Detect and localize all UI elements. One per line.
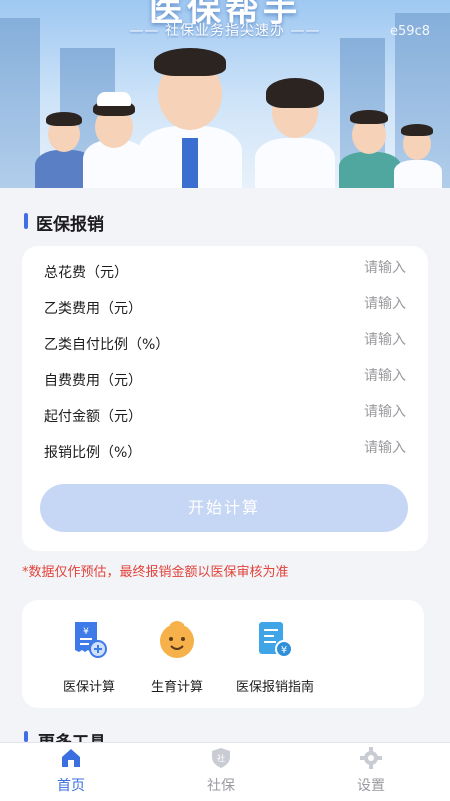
field-label: 自费费用（元） [44,373,142,389]
field-label: 乙类自付比例（%） [44,337,170,353]
doctor-illustration [390,122,445,188]
field-label: 起付金额（元） [44,409,142,425]
hero-banner: 医保帮手 —— 社保业务指尖速办 —— e59c8 [0,0,450,188]
disclaimer-notice: *数据仅作预估，最终报销金额以医保审核为准 [22,565,289,580]
tool-maternity-calc[interactable]: 生育计算 [132,620,222,695]
field-class-b-cost: 乙类费用（元） [44,296,406,322]
tool-label: 医保报销指南 [235,680,314,695]
total-cost-input[interactable] [266,260,406,276]
section-accent-bar [24,213,28,229]
reimbursement-guide-icon: ¥ [255,620,295,660]
field-label: 总花费（元） [44,265,128,281]
home-icon [60,747,82,769]
self-paid-cost-input[interactable] [266,368,406,384]
field-self-paid-cost: 自费费用（元） [44,368,406,394]
field-total-cost: 总花费（元） [44,260,406,286]
tab-label: 首页 [57,778,85,794]
svg-text:社: 社 [217,753,225,763]
svg-text:¥: ¥ [83,627,89,637]
tab-label: 社保 [207,778,235,794]
gear-icon [360,747,382,769]
class-b-ratio-input[interactable] [266,332,406,348]
field-deductible: 起付金额（元） [44,404,406,430]
tab-social-security[interactable]: 社 社保 [176,747,266,795]
tool-label: 医保计算 [62,680,115,695]
field-class-b-ratio: 乙类自付比例（%） [44,332,406,358]
section-title-more-tools: 更多工具 [38,728,106,742]
tool-label: 生育计算 [150,680,203,695]
shield-icon: 社 [210,747,232,769]
bottom-tab-bar: 首页 社 社保 设置 [0,742,450,801]
deductible-input[interactable] [266,404,406,420]
tool-reimbursement-guide[interactable]: ¥ 医保报销指南 [220,620,330,695]
section-accent-bar [24,731,28,742]
field-label: 报销比例（%） [44,445,142,461]
baby-face-icon [157,620,197,660]
doctor-illustration [130,38,250,188]
start-calculation-button[interactable]: 开始计算 [40,484,408,532]
banner-code: e59c8 [390,24,430,39]
tool-medical-insurance-calc[interactable]: ¥ 医保计算 [44,620,134,695]
tab-settings[interactable]: 设置 [326,747,416,795]
banner-subtitle: —— 社保业务指尖速办 —— [129,23,321,39]
tools-card: ¥ 医保计算 生育计算 ¥ 医保报销指南 [22,600,424,708]
field-reimbursement-ratio: 报销比例（%） [44,440,406,466]
field-label: 乙类费用（元） [44,301,142,317]
reimbursement-form-card: 总花费（元） 乙类费用（元） 乙类自付比例（%） 自费费用（元） 起付金额（元）… [22,246,428,551]
tab-label: 设置 [357,778,385,794]
section-title-reimbursement: 医保报销 [36,215,104,235]
tab-home[interactable]: 首页 [26,747,116,795]
doctor-illustration [250,68,340,188]
receipt-calculator-icon: ¥ [69,620,109,660]
svg-text:¥: ¥ [281,645,287,656]
reimbursement-ratio-input[interactable] [266,440,406,456]
class-b-cost-input[interactable] [266,296,406,312]
